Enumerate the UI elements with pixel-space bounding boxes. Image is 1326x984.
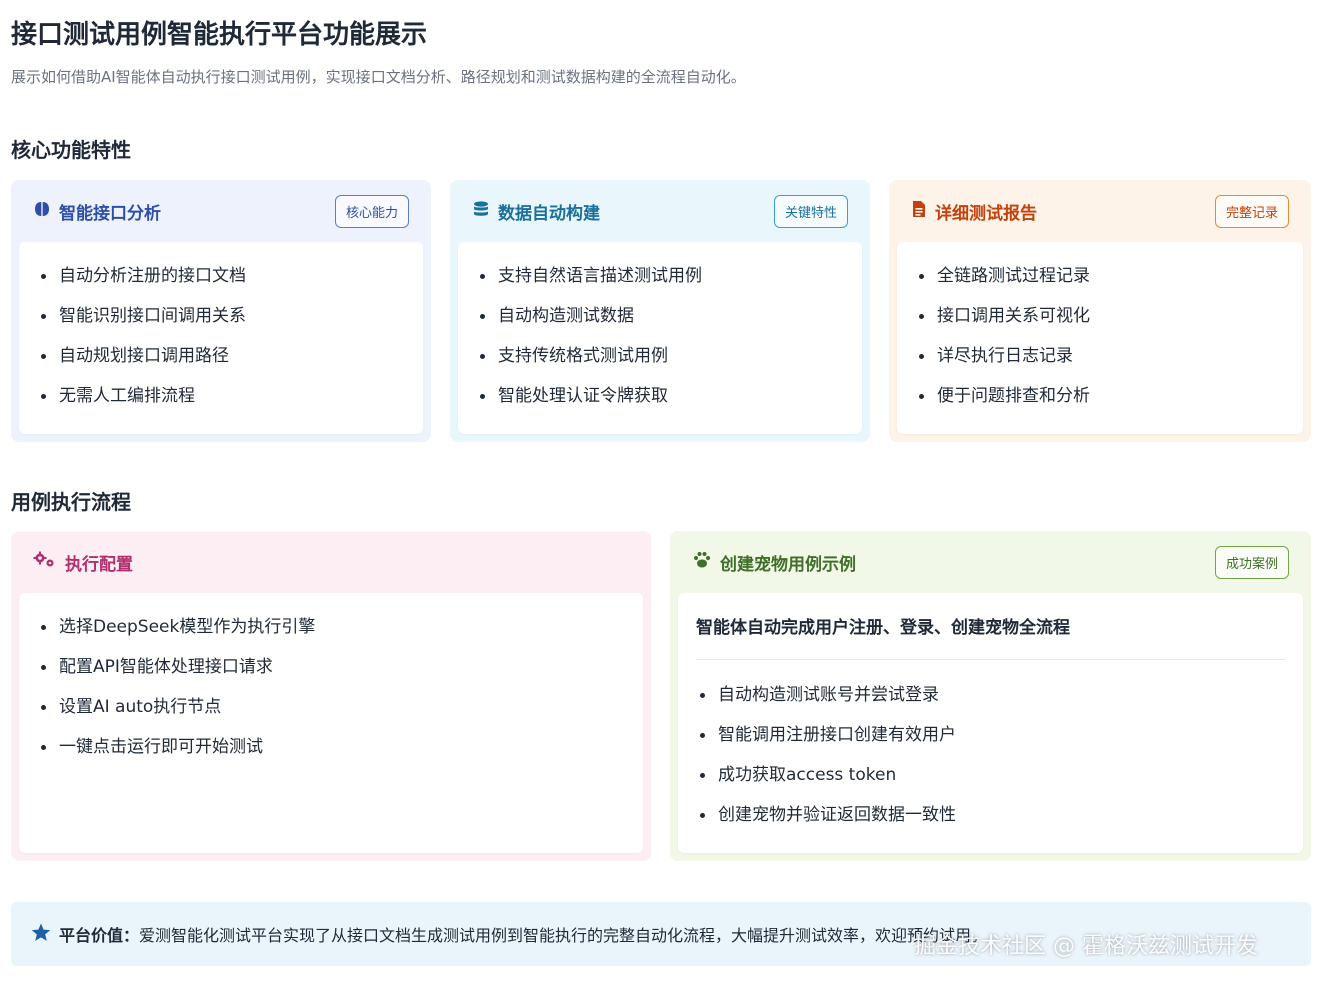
list-item: 一键点击运行即可开始测试: [41, 733, 315, 773]
badge-complete: 完整记录: [1214, 194, 1289, 228]
feature-card-analysis: 智能接口分析 核心能力 自动分析注册的接口文档 智能识别接口间调用关系 自动规划…: [11, 180, 431, 442]
divider: [696, 659, 1285, 660]
badge-success: 成功案例: [1214, 545, 1289, 579]
feature-card-data: 数据自动构建 关键特性 支持自然语言描述测试用例 自动构造测试数据 支持传统格式…: [450, 180, 870, 442]
list-item: 配置API智能体处理接口请求: [41, 653, 315, 693]
list-item: 智能处理认证令牌获取: [480, 382, 702, 422]
list-item: 支持传统格式测试用例: [480, 342, 702, 382]
card-body: 支持自然语言描述测试用例 自动构造测试数据 支持传统格式测试用例 智能处理认证令…: [458, 242, 862, 434]
badge-key: 关键特性: [773, 194, 848, 228]
card-body: 智能体自动完成用户注册、登录、创建宠物全流程 自动构造测试账号并尝试登录 智能调…: [678, 593, 1303, 853]
card-title: 创建宠物用例示例: [720, 554, 856, 575]
card-title: 智能接口分析: [59, 203, 161, 224]
example-heading: 智能体自动完成用户注册、登录、创建宠物全流程: [696, 618, 1070, 638]
list-item: 详尽执行日志记录: [919, 342, 1090, 382]
card-title: 详细测试报告: [935, 203, 1037, 224]
card-header: 执行配置: [11, 531, 651, 593]
flow-card-example: 创建宠物用例示例 成功案例 智能体自动完成用户注册、登录、创建宠物全流程 自动构…: [670, 531, 1311, 861]
badge-core: 核心能力: [334, 194, 409, 228]
list-item: 设置AI auto执行节点: [41, 693, 315, 733]
card-header: 智能接口分析 核心能力: [11, 180, 431, 242]
section-title-features: 核心功能特性: [11, 138, 131, 162]
list-item: 无需人工编排流程: [41, 382, 246, 422]
database-icon: [472, 200, 490, 223]
section-title-flow: 用例执行流程: [11, 490, 131, 514]
card-title: 数据自动构建: [498, 203, 600, 224]
list-item: 自动构造测试数据: [480, 302, 702, 342]
watermark: 掘金技术社区 @ 霍格沃兹测试开发: [914, 934, 1258, 959]
list-item: 接口调用关系可视化: [919, 302, 1090, 342]
gears-icon: [33, 551, 57, 574]
page-subtitle: 展示如何借助AI智能体自动执行接口测试用例，实现接口文档分析、路径规划和测试数据…: [11, 68, 746, 86]
list-item: 成功获取access token: [700, 761, 956, 801]
banner-text: 爱测智能化测试平台实现了从接口文档生成测试用例到智能执行的完整自动化流程，大幅提…: [139, 926, 988, 945]
list-item: 全链路测试过程记录: [919, 262, 1090, 302]
card-header: 详细测试报告 完整记录: [889, 180, 1311, 242]
list-item: 自动构造测试账号并尝试登录: [700, 681, 956, 721]
list-item: 选择DeepSeek模型作为执行引擎: [41, 613, 315, 653]
file-icon: [911, 200, 927, 223]
card-header: 数据自动构建 关键特性: [450, 180, 870, 242]
list-item: 便于问题排查和分析: [919, 382, 1090, 422]
list-item: 智能调用注册接口创建有效用户: [700, 721, 956, 761]
brain-icon: [33, 200, 51, 223]
card-body: 选择DeepSeek模型作为执行引擎 配置API智能体处理接口请求 设置AI a…: [19, 593, 643, 853]
list-item: 创建宠物并验证返回数据一致性: [700, 801, 956, 841]
card-body: 自动分析注册的接口文档 智能识别接口间调用关系 自动规划接口调用路径 无需人工编…: [19, 242, 423, 434]
banner-label: 平台价值：: [59, 926, 140, 945]
list-item: 自动分析注册的接口文档: [41, 262, 246, 302]
list-item: 智能识别接口间调用关系: [41, 302, 246, 342]
card-header: 创建宠物用例示例 成功案例: [670, 531, 1311, 593]
paw-icon: [692, 551, 712, 574]
card-body: 全链路测试过程记录 接口调用关系可视化 详尽执行日志记录 便于问题排查和分析: [897, 242, 1303, 434]
page-title: 接口测试用例智能执行平台功能展示: [11, 20, 428, 50]
flow-card-config: 执行配置 选择DeepSeek模型作为执行引擎 配置API智能体处理接口请求 设…: [11, 531, 651, 861]
star-icon: [31, 923, 51, 946]
list-item: 支持自然语言描述测试用例: [480, 262, 702, 302]
card-title: 执行配置: [65, 554, 133, 575]
list-item: 自动规划接口调用路径: [41, 342, 246, 382]
feature-card-report: 详细测试报告 完整记录 全链路测试过程记录 接口调用关系可视化 详尽执行日志记录…: [889, 180, 1311, 442]
